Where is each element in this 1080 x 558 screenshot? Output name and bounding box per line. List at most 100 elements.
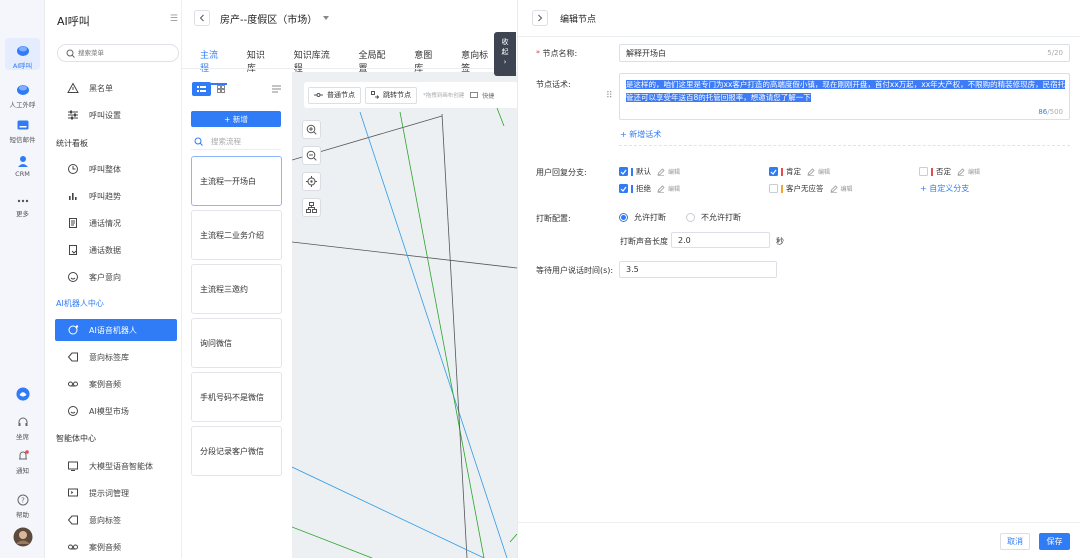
branch-no-answer[interactable]: 客户无应答 编辑 <box>769 183 853 194</box>
menu-item-call-overall[interactable]: 呼叫整体 <box>55 158 177 180</box>
caret-down-icon[interactable] <box>323 16 330 20</box>
menu-item-customer-intent[interactable]: 客户意向 <box>55 266 177 288</box>
sliders-icon <box>68 110 78 120</box>
grid-view-button[interactable] <box>211 82 230 96</box>
zoom-out-button[interactable] <box>302 146 321 165</box>
radio-label: 允许打断 <box>634 213 666 222</box>
rail-item-sms-email[interactable]: 短信邮件 <box>0 118 45 144</box>
side-menu: AI呼叫 ☰ 黑名单 呼叫设置 统计看板 呼叫整体 呼叫趋势 通话情况 通话数据… <box>45 0 182 558</box>
menu-item-call-status[interactable]: 通话情况 <box>55 212 177 234</box>
menu-item-call-settings[interactable]: 呼叫设置 <box>55 104 177 126</box>
flow-search[interactable]: 搜索流程 <box>191 133 281 150</box>
menu-search-input[interactable] <box>78 47 174 59</box>
jump-node-button[interactable]: 跳转节点 <box>365 86 417 104</box>
rail-item-seat[interactable]: 坐席 <box>0 415 45 441</box>
checkbox[interactable] <box>769 184 778 193</box>
branch-negate[interactable]: 否定 编辑 <box>919 166 980 177</box>
tag-icon <box>67 515 78 525</box>
keyboard-icon <box>470 92 479 98</box>
flow-card[interactable]: 主流程二业务介绍 <box>191 210 282 260</box>
branch-label: 肯定 <box>786 167 801 176</box>
menu-item-case-audio[interactable]: 案例音频 <box>55 373 177 395</box>
rail-label: AI呼叫 <box>12 62 33 70</box>
checkbox[interactable] <box>619 167 628 176</box>
locate-button[interactable] <box>302 172 321 191</box>
shortcut-button[interactable]: 快捷 <box>470 87 494 104</box>
normal-node-button[interactable]: 普通节点 <box>308 86 361 104</box>
tab-main-flow[interactable]: 主流程 <box>200 48 227 85</box>
edit-branch-button[interactable]: 编辑 <box>829 184 853 193</box>
interrupt-length-input[interactable]: 2.0 <box>671 232 770 248</box>
edit-branch-button[interactable]: 编辑 <box>657 167 680 176</box>
rail-item-notify[interactable]: 通知 <box>0 449 45 475</box>
allow-interrupt-radio[interactable]: 允许打断 <box>619 212 666 223</box>
rail-label: 帮助 <box>16 511 29 519</box>
menu-item-agent-case-audio[interactable]: 案例音频 <box>55 536 177 558</box>
menu-item-intent-tag[interactable]: 意向标签 <box>55 509 177 531</box>
save-button[interactable]: 保存 <box>1039 533 1070 550</box>
node-name-count: 5/20 <box>1047 49 1063 57</box>
menu-item-blacklist[interactable]: 黑名单 <box>55 77 177 99</box>
list-view-button[interactable] <box>192 82 211 96</box>
flow-card[interactable]: 主流程一开场白 <box>191 156 282 206</box>
menu-item-intent-tag-library[interactable]: 意向标签库 <box>55 346 177 368</box>
branch-default[interactable]: 默认 编辑 <box>619 166 680 177</box>
flow-card[interactable]: 分段记录客户微信 <box>191 426 282 476</box>
rail-item-crm[interactable]: CRM <box>0 154 45 178</box>
menu-collapse-icon[interactable]: ☰ <box>170 14 178 24</box>
branch-affirm[interactable]: 肯定 编辑 <box>769 166 830 177</box>
radio-unselected[interactable] <box>686 213 695 222</box>
edit-icon <box>657 167 665 176</box>
flow-card[interactable]: 手机号码不是微信 <box>191 372 282 422</box>
disallow-interrupt-radio[interactable]: 不允许打断 <box>686 212 741 223</box>
drag-handle-icon[interactable]: ⠿ <box>606 91 613 101</box>
wait-time-input[interactable]: 3.5 <box>619 261 777 278</box>
menu-item-call-trend[interactable]: 呼叫趋势 <box>55 185 177 207</box>
layout-button[interactable] <box>302 198 321 217</box>
wait-time-value: 3.5 <box>626 265 639 274</box>
zoom-in-button[interactable] <box>302 120 321 139</box>
cancel-button[interactable]: 取消 <box>1000 533 1030 550</box>
menu-search[interactable] <box>57 44 179 62</box>
list-menu-icon[interactable] <box>272 85 281 93</box>
branch-color-bar <box>931 167 933 176</box>
rail-app-logo[interactable] <box>0 387 45 403</box>
rail-item-more[interactable]: 更多 <box>0 192 45 218</box>
edit-branch-button[interactable]: 编辑 <box>807 167 830 176</box>
menu-item-prompt-management[interactable]: 提示词管理 <box>55 482 177 504</box>
list-view-icon <box>197 85 206 92</box>
checkbox[interactable] <box>769 167 778 176</box>
canvas-tools <box>302 120 321 224</box>
back-button[interactable] <box>194 10 210 26</box>
edit-icon <box>829 184 838 193</box>
rail-item-manual-call[interactable]: 人工外呼 <box>0 83 45 109</box>
custom-branch-link[interactable]: + 自定义分支 <box>920 183 969 194</box>
collapse-panel-button[interactable]: 收 起 › <box>494 32 516 76</box>
tab-knowledge-base[interactable]: 知识库 <box>247 48 274 85</box>
radio-selected[interactable] <box>619 213 628 222</box>
menu-item-call-data[interactable]: 通话数据 <box>55 239 177 261</box>
edit-branch-button[interactable]: 编辑 <box>657 184 680 193</box>
checkbox[interactable] <box>619 184 628 193</box>
branch-reject[interactable]: 拒绝 编辑 <box>619 183 680 194</box>
rail-item-help[interactable]: ? 帮助 <box>0 493 45 519</box>
flow-card[interactable]: 询问微信 <box>191 318 282 368</box>
node-name-input[interactable]: 解释开场白 5/20 <box>619 44 1070 62</box>
add-script-link[interactable]: + 新增话术 <box>620 129 661 140</box>
menu-item-ai-voice-robot[interactable]: AI语音机器人 <box>55 319 177 341</box>
script-textarea[interactable]: 是这样的，咱们这里是专门为xx客户打造的高端度假小镇，现在刚刚开盘，首付xx万起… <box>619 73 1070 120</box>
avatar[interactable] <box>0 527 45 549</box>
crm-icon <box>17 156 28 167</box>
data-file-icon <box>69 245 77 255</box>
add-flow-button[interactable]: + 新增 <box>191 111 281 127</box>
rail-item-ai-call[interactable]: AI呼叫 <box>0 44 45 70</box>
edit-branch-button[interactable]: 编辑 <box>957 167 980 176</box>
close-panel-button[interactable] <box>532 10 548 26</box>
checkbox[interactable] <box>919 167 928 176</box>
menu-item-ai-model-market[interactable]: AI模型市场 <box>55 400 177 422</box>
menu-title: AI呼叫 <box>57 15 90 28</box>
flow-canvas[interactable]: 普通节点 跳转节点 *拖拽到画布创建 快捷 <box>292 72 517 558</box>
menu-item-label: AI语音机器人 <box>89 325 137 335</box>
menu-item-llm-voice-agent[interactable]: 大模型语音智能体 <box>55 455 177 477</box>
flow-card[interactable]: 主流程三邀约 <box>191 264 282 314</box>
